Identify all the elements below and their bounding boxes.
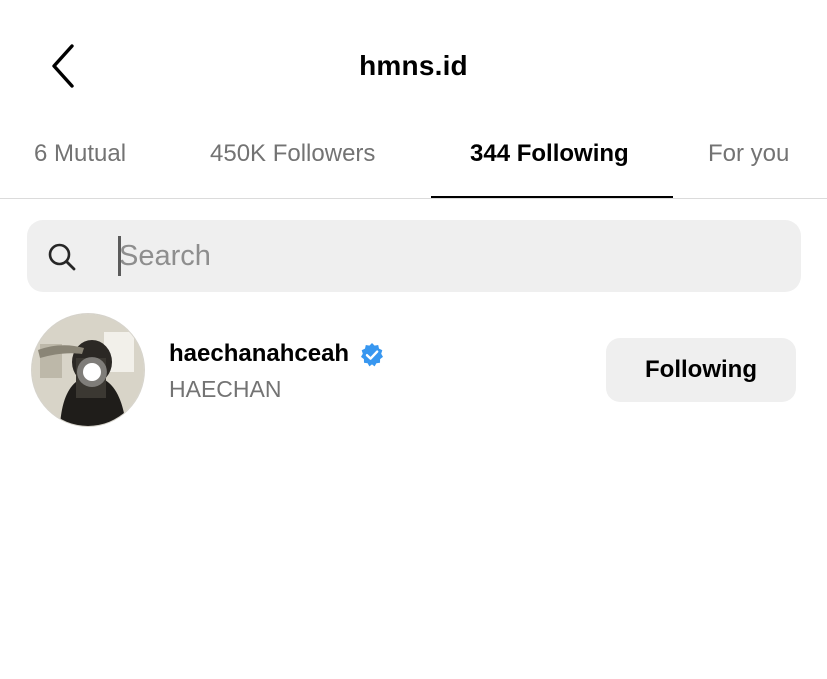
- following-button[interactable]: Following: [606, 338, 796, 402]
- full-name: HAECHAN: [169, 376, 282, 402]
- active-tab-indicator: [431, 196, 673, 198]
- search-input[interactable]: [119, 234, 779, 278]
- username[interactable]: haechanahceah: [169, 340, 349, 368]
- tab-bar: 6 Mutual 450K Followers 344 Following Fo…: [0, 120, 827, 199]
- tab-mutual[interactable]: 6 Mutual: [34, 140, 126, 168]
- search-bar[interactable]: [27, 220, 801, 292]
- profile-photo: [32, 314, 144, 426]
- tab-followers[interactable]: 450K Followers: [210, 140, 375, 168]
- list-item[interactable]: haechanahceah HAECHAN Following: [0, 310, 827, 430]
- page-title: hmns.id: [359, 50, 468, 81]
- tab-for-you[interactable]: For you: [708, 140, 789, 168]
- text-cursor: [118, 236, 121, 276]
- top-bar: hmns.id: [0, 0, 827, 120]
- search-icon: [48, 243, 76, 271]
- avatar[interactable]: [32, 314, 144, 426]
- tab-following[interactable]: 344 Following: [470, 140, 629, 168]
- verified-badge-icon: [361, 343, 383, 367]
